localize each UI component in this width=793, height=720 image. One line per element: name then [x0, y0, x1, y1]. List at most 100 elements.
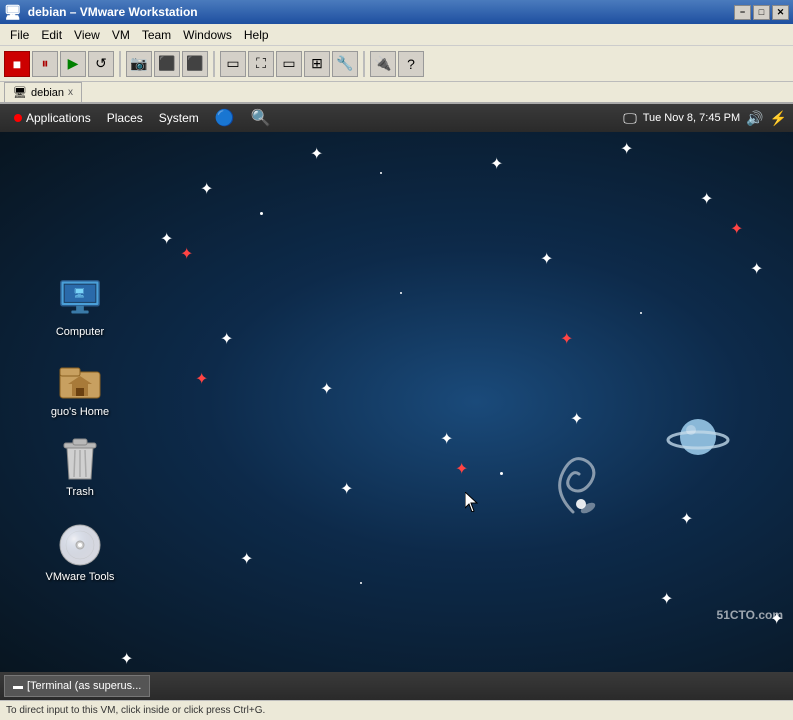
- win2-btn[interactable]: ▭: [276, 51, 302, 77]
- star-deco: ✦: [160, 232, 173, 248]
- applications-menu[interactable]: Applications: [6, 104, 99, 132]
- terminal-taskbar-btn[interactable]: ▬ [Terminal (as superus...: [4, 675, 150, 697]
- vm-tab-close[interactable]: x: [68, 87, 73, 98]
- unity-btn[interactable]: ⊞: [304, 51, 330, 77]
- star-deco: ✦: [220, 332, 233, 348]
- snapshot-btn[interactable]: 📷: [126, 51, 152, 77]
- datetime-label: Tue Nov 8, 7:45 PM: [643, 112, 740, 124]
- vmware-tools-icon[interactable]: VMware Tools: [40, 517, 120, 587]
- star-dot: [360, 582, 362, 584]
- places-menu[interactable]: Places: [99, 104, 151, 132]
- star-deco: ✦: [660, 592, 673, 608]
- snapshot2-btn[interactable]: ⬛: [154, 51, 180, 77]
- menu-view[interactable]: View: [68, 26, 106, 44]
- menu-team[interactable]: Team: [136, 26, 177, 44]
- gnome-panel-bottom: ▬ [Terminal (as superus...: [0, 672, 793, 700]
- star-deco: ✦: [320, 382, 333, 398]
- system-label: System: [159, 111, 199, 125]
- restore-button[interactable]: □: [753, 5, 770, 20]
- status-text: To direct input to this VM, click inside…: [6, 705, 265, 716]
- star-deco-red: ✦: [180, 247, 193, 263]
- pause-btn[interactable]: ⏸: [32, 51, 58, 77]
- gnome-panel-top: Applications Places System 🔵 🔍 🖵 Tue Nov…: [0, 104, 793, 132]
- star-deco-red: ✦: [195, 372, 208, 388]
- star-deco-red: ✦: [560, 332, 573, 348]
- title-bar: 🖥 debian – VMware Workstation − □ ✕: [0, 0, 793, 24]
- svg-text:🖥: 🖥: [73, 288, 85, 299]
- debian-logo: [14, 114, 22, 122]
- debian-swirl-deco: [533, 442, 613, 522]
- places-label: Places: [107, 111, 143, 125]
- toolbar: ■ ⏸ ▶ ↺ 📷 ⬛ ⬛ ▭ ⛶ ▭ ⊞ 🔧 🔌 ?: [0, 46, 793, 82]
- window-btn[interactable]: ▭: [220, 51, 246, 77]
- vmware-tools-icon-img: [56, 521, 104, 569]
- menu-file[interactable]: File: [4, 26, 35, 44]
- home-icon-label: guo's Home: [51, 406, 109, 418]
- minimize-button[interactable]: −: [734, 5, 751, 20]
- star-deco: ✦: [200, 182, 213, 198]
- menu-bar: File Edit View VM Team Windows Help: [0, 24, 793, 46]
- search-icon-btn[interactable]: 🔍: [243, 104, 279, 132]
- star-deco-red: ✦: [730, 222, 743, 238]
- trash-icon-label: Trash: [66, 486, 94, 498]
- star-deco: ✦: [310, 147, 323, 163]
- star-dot: [400, 292, 402, 294]
- tab-bar: 🖥 debian x: [0, 82, 793, 104]
- star-dot: [260, 212, 263, 215]
- home-icon[interactable]: guo's Home: [40, 352, 120, 422]
- desktop[interactable]: ✦ ✦ ✦ ✦ ✦ ✦ ✦ ✦ ✦ ✦ ✦ ✦ ✦ ✦ ✦ ✦ ✦ ✦ ✦ ✦ …: [0, 132, 793, 672]
- mouse-cursor: [465, 492, 477, 510]
- computer-icon[interactable]: 🖥 Computer: [40, 272, 120, 342]
- app-icon: 🖥: [4, 4, 22, 21]
- reset-btn[interactable]: ↺: [88, 51, 114, 77]
- star-deco: ✦: [540, 252, 553, 268]
- vm-tab-debian[interactable]: 🖥 debian x: [4, 82, 82, 102]
- star-deco: ✦: [620, 142, 633, 158]
- watermark: 51CTO.com: [717, 608, 783, 622]
- power-icon: ⚡: [770, 110, 787, 127]
- fullscreen-btn[interactable]: ⛶: [248, 51, 274, 77]
- sep3: [363, 51, 365, 77]
- window-title: debian – VMware Workstation: [28, 5, 198, 19]
- star-deco: ✦: [490, 157, 503, 173]
- trash-icon[interactable]: Trash: [40, 432, 120, 502]
- snapshot3-btn[interactable]: ⬛: [182, 51, 208, 77]
- status-bar: To direct input to this VM, click inside…: [0, 700, 793, 720]
- volume-icon: 🔊: [746, 110, 763, 127]
- star-dot: [640, 312, 642, 314]
- vmware-window: 🖥 debian – VMware Workstation − □ ✕ File…: [0, 0, 793, 720]
- help-btn[interactable]: ?: [398, 51, 424, 77]
- planet-deco: [663, 412, 733, 472]
- star-deco-red: ✦: [455, 462, 468, 478]
- power-btn[interactable]: ■: [4, 51, 30, 77]
- system-menu[interactable]: System: [151, 104, 207, 132]
- star-deco: ✦: [750, 262, 763, 278]
- vm-content: Applications Places System 🔵 🔍 🖵 Tue Nov…: [0, 104, 793, 700]
- vmware-tools-icon-label: VMware Tools: [46, 571, 115, 583]
- star-deco: ✦: [340, 482, 353, 498]
- applications-label: Applications: [26, 111, 91, 125]
- trash-icon-img: [56, 436, 104, 484]
- sep1: [119, 51, 121, 77]
- star-dot: [380, 172, 382, 174]
- menu-help[interactable]: Help: [238, 26, 275, 44]
- usb-btn[interactable]: 🔌: [370, 51, 396, 77]
- terminal-icon: ▬: [13, 681, 23, 692]
- sep2: [213, 51, 215, 77]
- star-deco: ✦: [570, 412, 583, 428]
- computer-icon-img: 🖥: [56, 276, 104, 324]
- tools-btn[interactable]: 🔧: [332, 51, 358, 77]
- star-dot: [500, 472, 503, 475]
- menu-windows[interactable]: Windows: [177, 26, 238, 44]
- star-deco: ✦: [240, 552, 253, 568]
- menu-vm[interactable]: VM: [106, 26, 136, 44]
- vm-tab-icon: 🖥: [13, 86, 27, 99]
- terminal-label: [Terminal (as superus...: [27, 680, 141, 692]
- close-button[interactable]: ✕: [772, 5, 789, 20]
- help-icon-btn[interactable]: 🔵: [207, 104, 243, 132]
- play-btn[interactable]: ▶: [60, 51, 86, 77]
- computer-icon-label: Computer: [56, 326, 104, 338]
- menu-edit[interactable]: Edit: [35, 26, 68, 44]
- star-deco: ✦: [700, 192, 713, 208]
- vm-tab-label: debian: [31, 87, 64, 99]
